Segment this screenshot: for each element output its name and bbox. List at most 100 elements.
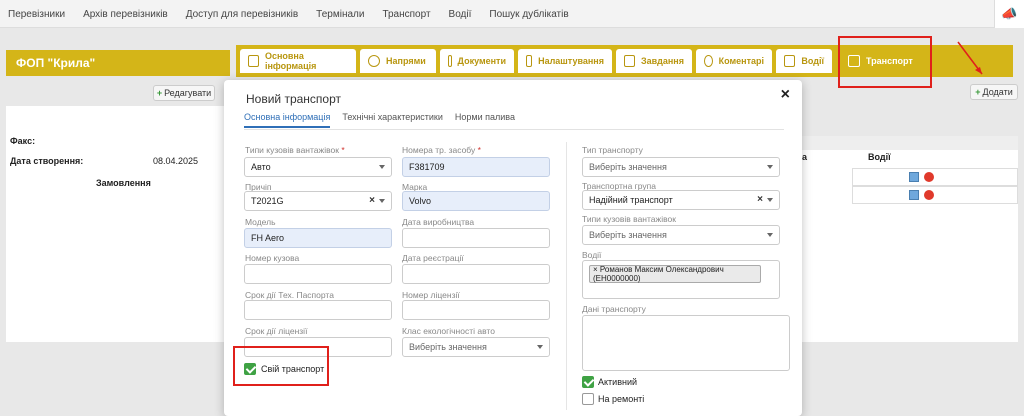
plus-icon: + xyxy=(156,88,163,98)
label-text: Номера тр. засобу xyxy=(402,145,476,155)
transport-type-label: Тип транспорту xyxy=(582,145,643,155)
active-checkbox[interactable] xyxy=(582,376,594,388)
label-text: Типи кузовів вантажівок xyxy=(245,145,339,155)
modal-tabs: Основна інформація Технічні характеристи… xyxy=(244,112,527,128)
megaphone-icon[interactable]: 📣 xyxy=(994,0,1024,28)
tab-documents-icon xyxy=(448,55,452,67)
body-types-label: Типи кузовів вантажівок * xyxy=(245,145,345,155)
license-number-input[interactable] xyxy=(402,300,550,320)
carrier-info-panel: Факс: Дата створення: 08.04.2025 Замовле… xyxy=(6,106,230,342)
new-transport-modal: Новий транспорт × Основна інформація Тех… xyxy=(224,80,802,416)
fax-label: Факс: xyxy=(10,136,36,146)
drivers-label: Водії xyxy=(582,250,602,260)
tab-label: Коментарі xyxy=(718,56,764,66)
company-title: ФОП "Крила" xyxy=(6,50,230,76)
red-arrow-icon xyxy=(957,41,983,75)
transport-data-textarea[interactable] xyxy=(582,315,790,371)
delete-icon[interactable] xyxy=(924,172,934,182)
nav-carriers[interactable]: Перевізники xyxy=(8,9,65,20)
plate-label: Номера тр. засобу * xyxy=(402,145,481,155)
drivers-multiselect[interactable]: × Романов Максим Олександрович (ЕН000000… xyxy=(582,260,780,299)
production-date-input[interactable] xyxy=(402,228,550,248)
nav-carrier-access[interactable]: Доступ для перевізників xyxy=(186,9,298,20)
table-header xyxy=(802,136,1018,150)
registration-date-label: Дата реєстрації xyxy=(402,253,464,263)
select-placeholder: Виберіть значення xyxy=(589,162,667,172)
modal-tab-tech-specs[interactable]: Технічні характеристики xyxy=(342,112,443,128)
transport-type-select[interactable]: Виберіть значення xyxy=(582,157,780,177)
chevron-down-icon xyxy=(379,165,385,169)
tech-passport-term-input[interactable] xyxy=(244,300,392,320)
nav-transport[interactable]: Транспорт xyxy=(382,9,430,20)
modal-tab-fuel-norms[interactable]: Норми палива xyxy=(455,112,515,128)
delete-icon[interactable] xyxy=(924,190,934,200)
select-value: T2021G xyxy=(251,196,284,206)
select-placeholder: Виберіть значення xyxy=(589,230,667,240)
tab-tasks[interactable]: Завдання xyxy=(616,49,692,73)
eco-class-label: Клас екологічності авто xyxy=(402,326,495,336)
body-number-label: Номер кузова xyxy=(245,253,300,263)
brand-input[interactable]: Volvo xyxy=(402,191,550,211)
tab-label: Основна інформація xyxy=(264,51,317,71)
plus-icon: + xyxy=(975,87,981,97)
tab-tasks-icon xyxy=(624,55,635,67)
select-placeholder: Виберіть значення xyxy=(409,342,487,352)
nav-duplicates-search[interactable]: Пошук дублікатів xyxy=(489,9,568,20)
tab-label: Завдання xyxy=(640,56,684,66)
body-types2-label: Типи кузовів вантажівок xyxy=(582,214,676,224)
body-types-select[interactable]: Авто xyxy=(244,157,392,177)
clear-icon[interactable]: × xyxy=(757,194,763,205)
created-value: 08.04.2025 xyxy=(153,156,199,166)
nav-drivers[interactable]: Водії xyxy=(449,9,472,20)
repair-checkbox[interactable] xyxy=(582,393,594,405)
column-header: а xyxy=(802,152,808,162)
body-types2-select[interactable]: Виберіть значення xyxy=(582,225,780,245)
registration-date-input[interactable] xyxy=(402,264,550,284)
tab-settings[interactable]: Налаштування xyxy=(518,49,612,73)
edit-button[interactable]: + Редагувати xyxy=(153,85,215,101)
edit-icon[interactable] xyxy=(909,190,919,200)
tab-drivers[interactable]: Водії xyxy=(776,49,832,73)
required-mark: * xyxy=(477,145,481,155)
orders-label: Замовлення xyxy=(96,178,151,188)
chevron-down-icon xyxy=(767,233,773,237)
modal-tab-main-info[interactable]: Основна інформація xyxy=(244,112,331,128)
add-button[interactable]: + Додати xyxy=(970,84,1018,100)
tab-comments[interactable]: Коментарі xyxy=(696,49,772,73)
tab-label: Напрями xyxy=(386,56,426,66)
close-icon[interactable]: × xyxy=(781,86,790,104)
repair-label: На ремонті xyxy=(598,394,645,404)
license-number-label: Номер ліцензії xyxy=(402,290,460,300)
select-value: Авто xyxy=(251,162,271,172)
tab-label: Налаштування xyxy=(538,56,604,66)
highlight-transport-tab xyxy=(838,36,932,88)
driver-chip[interactable]: × Романов Максим Олександрович (ЕН000000… xyxy=(589,265,761,283)
nav-terminals[interactable]: Термінали xyxy=(316,9,364,20)
edit-icon[interactable] xyxy=(909,172,919,182)
tab-directions[interactable]: Напрями xyxy=(360,49,436,73)
active-label: Активний xyxy=(598,377,637,387)
edit-button-label: Редагувати xyxy=(164,88,212,98)
transport-group-select[interactable]: Надійний транспорт × xyxy=(582,190,780,210)
tab-documents[interactable]: Документи xyxy=(440,49,514,73)
eco-class-select[interactable]: Виберіть значення xyxy=(402,337,550,357)
tech-passport-term-label: Срок дії Тех. Паспорта xyxy=(245,290,334,300)
modal-title: Новий транспорт xyxy=(246,92,342,106)
tab-main-info[interactable]: Основна інформація xyxy=(240,49,356,73)
model-label: Модель xyxy=(245,217,276,227)
top-nav-items: Перевізники Архів перевізників Доступ дл… xyxy=(8,0,587,28)
transport-data-label: Дані транспорту xyxy=(582,304,646,314)
add-button-label: Додати xyxy=(982,87,1013,97)
plate-input[interactable]: F381709 xyxy=(402,157,550,177)
trailer-select[interactable]: T2021G × xyxy=(244,191,392,211)
top-navigation: Перевізники Архів перевізників Доступ дл… xyxy=(0,0,1024,28)
nav-carriers-archive[interactable]: Архів перевізників xyxy=(83,9,168,20)
clear-icon[interactable]: × xyxy=(369,195,375,206)
model-input[interactable]: FH Aero xyxy=(244,228,392,248)
tab-drivers-bus-icon xyxy=(784,55,796,67)
column-drivers: Водії xyxy=(868,152,891,162)
tab-label: Документи xyxy=(457,56,506,66)
body-number-input[interactable] xyxy=(244,264,392,284)
column-divider xyxy=(566,142,567,410)
license-term-label: Срок дії ліцензії xyxy=(245,326,308,336)
